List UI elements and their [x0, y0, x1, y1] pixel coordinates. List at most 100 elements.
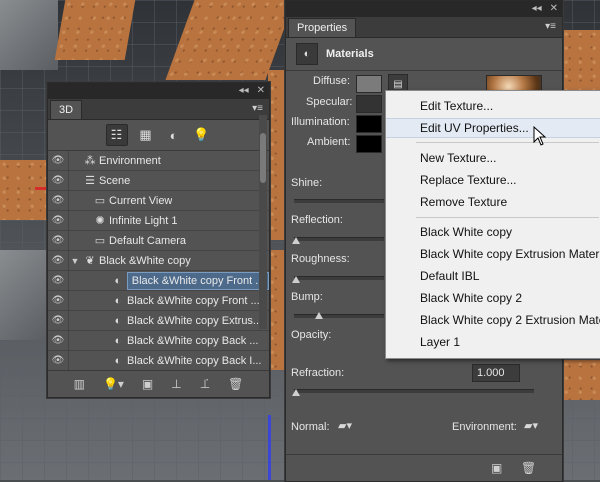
- eye-icon[interactable]: 👁: [48, 231, 69, 250]
- trash-icon[interactable]: 🗑: [228, 377, 243, 391]
- collapse-icon[interactable]: ◂◂: [532, 4, 542, 14]
- opacity-label: Opacity:: [291, 329, 332, 341]
- menu-item-default-ibl[interactable]: Default IBL: [386, 266, 600, 286]
- layer-label: Black &White copy Back ...: [127, 334, 259, 347]
- scrollbar-thumb[interactable]: [260, 133, 266, 183]
- close-icon[interactable]: ✕: [257, 86, 265, 96]
- menu-item-edit-uv-properties[interactable]: Edit UV Properties...: [386, 118, 600, 138]
- eye-icon[interactable]: 👁: [48, 271, 69, 290]
- menu-item-material-bw-copy-2[interactable]: Black White copy 2: [386, 288, 600, 308]
- layer-row-scene[interactable]: 👁 ☰ Scene: [48, 171, 269, 191]
- drop-to-ground-icon[interactable]: ⊥: [171, 377, 181, 391]
- layer-row-material-back-2[interactable]: 👁 ◐ Black &White copy Back I...: [48, 351, 269, 371]
- refraction-slider[interactable]: [294, 389, 534, 393]
- ground-plane-icon[interactable]: ⊥̇: [200, 377, 210, 391]
- materials-header: ◐ Materials: [286, 38, 562, 71]
- menu-item-edit-texture[interactable]: Edit Texture...: [386, 96, 600, 116]
- menu-item-layer-1[interactable]: Layer 1: [386, 332, 600, 352]
- bump-slider[interactable]: [294, 314, 384, 318]
- eye-icon[interactable]: 👁: [48, 351, 69, 370]
- close-icon[interactable]: ✕: [550, 4, 558, 14]
- collapse-icon[interactable]: ◂◂: [239, 86, 249, 96]
- material-icon: ◐: [114, 334, 122, 347]
- material-icon: ◐: [114, 314, 122, 327]
- z-axis-line: [268, 415, 271, 480]
- layer-label: Current View: [109, 194, 173, 207]
- eye-icon[interactable]: 👁: [48, 251, 69, 270]
- menu-item-replace-texture[interactable]: Replace Texture...: [386, 170, 600, 190]
- material-icon: ◐: [114, 294, 122, 307]
- environment-folder-icon[interactable]: ▰▾: [524, 419, 538, 432]
- panel-menu-icon[interactable]: ▾≡: [545, 21, 556, 32]
- normal-label: Normal:: [291, 421, 330, 433]
- bump-label: Bump:: [291, 291, 323, 303]
- new-mesh-icon[interactable]: ▣: [142, 377, 153, 391]
- menu-item-material-bw-copy[interactable]: Black White copy: [386, 222, 600, 242]
- roughness-slider-knob[interactable]: [292, 276, 300, 283]
- layer-label: Scene: [99, 174, 131, 187]
- menu-separator: [416, 142, 599, 143]
- normal-folder-icon[interactable]: ▰▾: [338, 419, 352, 432]
- diffuse-color-swatch[interactable]: [356, 75, 382, 93]
- illumination-color-swatch[interactable]: [356, 115, 382, 133]
- 3d-layer-list: 👁 ⁂ Environment 👁 ☰ Scene 👁 ▭ Current Vi…: [48, 151, 269, 371]
- whole-scene-filter-icon[interactable]: ☷: [105, 124, 128, 146]
- mesh-icon: ❦: [85, 255, 95, 267]
- environment-icon: ⁂: [84, 155, 96, 167]
- eye-icon[interactable]: 👁: [48, 151, 69, 170]
- roughness-slider[interactable]: [294, 276, 384, 280]
- eye-icon[interactable]: 👁: [48, 311, 69, 330]
- environment-label: Environment:: [452, 421, 517, 433]
- tab-3d[interactable]: 3D: [50, 100, 83, 119]
- materials-filter-icon[interactable]: ◐: [164, 125, 184, 145]
- layer-row-current-view[interactable]: 👁 ▭ Current View: [48, 191, 269, 211]
- layer-row-material-front-1[interactable]: 👁 ◐ Black &White copy Front ...: [48, 271, 269, 291]
- layer-row-material-back-1[interactable]: 👁 ◐ Black &White copy Back ...: [48, 331, 269, 351]
- properties-footer: ▣ 🗑: [286, 454, 562, 481]
- eye-icon[interactable]: 👁: [48, 331, 69, 350]
- menu-item-remove-texture[interactable]: Remove Texture: [386, 192, 600, 212]
- properties-titlebar[interactable]: ◂◂ ✕: [286, 1, 562, 17]
- lights-filter-icon[interactable]: 💡: [192, 125, 212, 145]
- new-material-icon[interactable]: ▣: [491, 461, 502, 475]
- layer-row-mesh[interactable]: 👁 ▼ ❦ Black &White copy: [48, 251, 269, 271]
- panel-menu-icon[interactable]: ▾≡: [252, 103, 263, 114]
- tab-properties[interactable]: Properties: [288, 18, 357, 37]
- ambient-color-swatch[interactable]: [356, 135, 382, 153]
- menu-item-material-bw-copy-extrusion[interactable]: Black White copy Extrusion Material: [386, 244, 600, 264]
- trash-icon[interactable]: 🗑: [521, 461, 536, 475]
- refraction-input[interactable]: 1.000: [472, 364, 520, 382]
- render-icon[interactable]: ▥: [74, 377, 85, 391]
- reflection-slider[interactable]: [294, 237, 384, 241]
- layer-row-environment[interactable]: 👁 ⁂ Environment: [48, 151, 269, 171]
- 3d-panel-titlebar[interactable]: ◂◂ ✕: [48, 83, 269, 99]
- layer-label: Black &White copy Extrus...: [127, 314, 263, 327]
- meshes-filter-icon[interactable]: ▦: [136, 125, 156, 145]
- eye-icon[interactable]: 👁: [48, 171, 69, 190]
- layer-row-material-front-2[interactable]: 👁 ◐ Black &White copy Front ...: [48, 291, 269, 311]
- layer-row-material-extrusion[interactable]: 👁 ◐ Black &White copy Extrus...: [48, 311, 269, 331]
- layer-list-scrollbar[interactable]: [259, 115, 267, 329]
- menu-separator: [416, 217, 599, 218]
- eye-icon[interactable]: 👁: [48, 191, 69, 210]
- add-light-icon[interactable]: 💡▾: [103, 377, 124, 391]
- 3d-letter-shape: [0, 250, 47, 340]
- layer-row-default-camera[interactable]: 👁 ▭ Default Camera: [48, 231, 269, 251]
- properties-tabrow: Properties ▾≡: [286, 17, 562, 38]
- eye-icon[interactable]: 👁: [48, 211, 69, 230]
- shine-slider[interactable]: [294, 199, 384, 203]
- material-icon: ◐: [114, 354, 122, 367]
- menu-item-material-bw-copy-2-extrusion[interactable]: Black White copy 2 Extrusion Material: [386, 310, 600, 330]
- specular-color-swatch[interactable]: [356, 95, 382, 113]
- diffuse-label: Diffuse:: [313, 75, 351, 87]
- reflection-slider-knob[interactable]: [292, 237, 300, 244]
- layer-row-infinite-light[interactable]: 👁 ✺ Infinite Light 1: [48, 211, 269, 231]
- eye-icon[interactable]: 👁: [48, 291, 69, 310]
- expand-triangle-icon[interactable]: ▼: [69, 256, 81, 266]
- 3d-letter-shape: [0, 0, 58, 70]
- layer-label: Infinite Light 1: [109, 214, 178, 227]
- refraction-slider-knob[interactable]: [292, 389, 300, 396]
- bump-slider-knob[interactable]: [315, 312, 323, 319]
- menu-item-new-texture[interactable]: New Texture...: [386, 148, 600, 168]
- layer-label: Environment: [99, 154, 161, 167]
